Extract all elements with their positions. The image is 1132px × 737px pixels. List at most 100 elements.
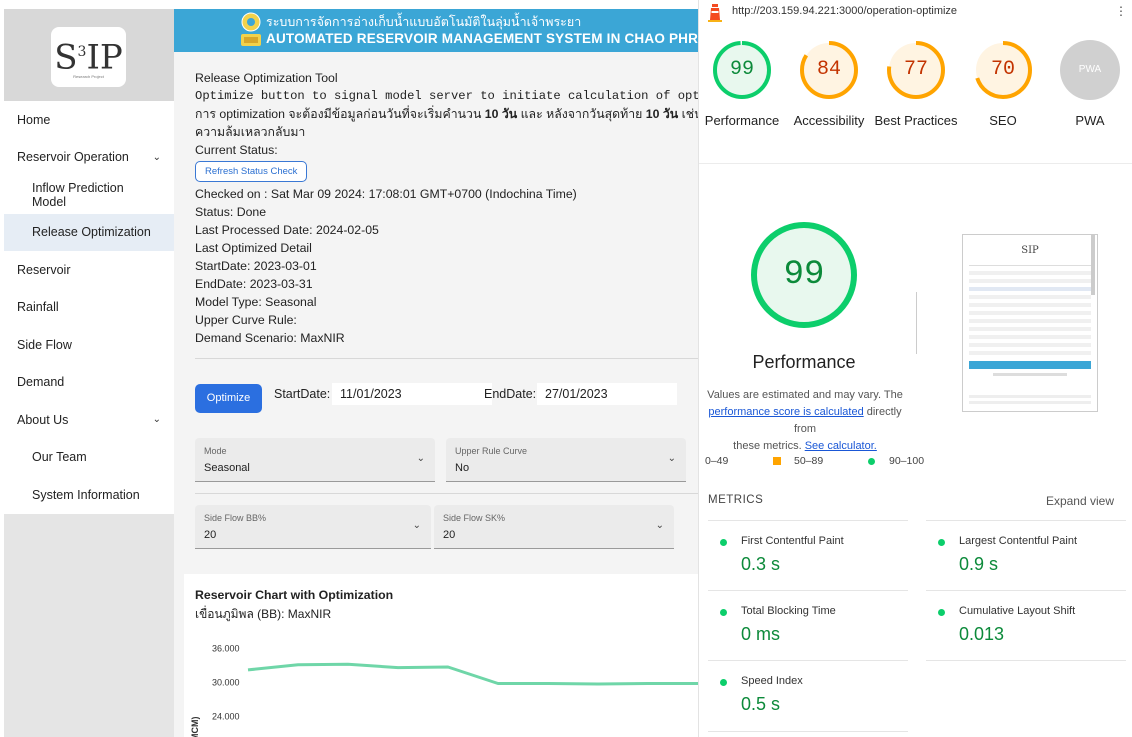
tool-title: Release Optimization Tool <box>195 71 338 85</box>
side-flow-sk-select[interactable]: Side Flow SK% 20 ⌄ <box>434 505 674 549</box>
score-label: SEO <box>989 113 1017 128</box>
lighthouse-icon <box>708 4 722 22</box>
chevron-down-icon: ⌄ <box>655 520 664 531</box>
pass-dot-icon <box>938 539 945 546</box>
legend-good: 90–100 <box>889 455 925 467</box>
score-label: Best Practices <box>874 113 958 128</box>
status-text: Status: Done <box>195 205 267 219</box>
side-flow-bb-select[interactable]: Side Flow BB% 20 ⌄ <box>195 505 431 549</box>
sidebar-item-our-team[interactable]: Our Team <box>4 439 174 477</box>
score-performance[interactable]: 99 Performance <box>699 40 785 130</box>
logo-band: S3IP Research Project <box>4 9 174 101</box>
divider <box>708 520 908 521</box>
average-square-icon <box>773 457 781 465</box>
reservoir-chart: 36.000 30.000 24.000 MCM) <box>190 643 698 737</box>
sidebar-item-system-information[interactable]: System Information <box>4 476 174 514</box>
score-value: PWA <box>1078 64 1102 75</box>
performance-score: 99 <box>783 256 825 294</box>
divider <box>195 493 698 494</box>
expand-view-button[interactable]: Expand view <box>1046 494 1114 508</box>
score-gauge: 77 <box>886 40 946 100</box>
score-label: PWA <box>1075 113 1105 128</box>
score-value: 84 <box>816 58 841 81</box>
score-value: 77 <box>903 58 928 81</box>
score-gauge: 70 <box>973 40 1033 100</box>
y-tick-label: 36.000 <box>212 643 240 653</box>
detail-upper-curve: Upper Curve Rule: <box>195 313 297 327</box>
header-banner: ระบบการจัดการอ่างเก็บน้ำแบบอัตโนมัติในลุ… <box>174 9 698 52</box>
chevron-down-icon: ⌄ <box>152 151 161 163</box>
more-options-icon[interactable]: ⋮ <box>1115 4 1127 18</box>
sidebar-item-demand[interactable]: Demand <box>4 364 174 402</box>
score-calculated-link[interactable]: performance score is calculated <box>708 406 863 418</box>
chevron-down-icon: ⌄ <box>412 520 421 531</box>
see-calculator-link[interactable]: See calculator. <box>805 440 877 452</box>
sidebar-item-release-optimization[interactable]: Release Optimization <box>4 213 174 251</box>
good-dot-icon <box>868 458 875 465</box>
chevron-down-icon: ⌄ <box>667 453 676 464</box>
divider <box>916 292 917 354</box>
start-date-input[interactable]: 11/01/2023 <box>332 383 492 405</box>
sidebar: S3IP Research Project Home Reservoir Ope… <box>4 9 174 737</box>
sidebar-item-reservoir-operation[interactable]: Reservoir Operation ⌄ <box>4 139 174 177</box>
score-gauge: 99 <box>712 40 772 100</box>
chart-title: Reservoir Chart with Optimization <box>195 588 394 602</box>
sidebar-menu: Home Reservoir Operation ⌄ Inflow Predict… <box>4 101 174 514</box>
score-value: 99 <box>729 58 754 81</box>
checked-on: Checked on : Sat Mar 09 2024: 17:08:01 G… <box>195 187 577 201</box>
pass-dot-icon <box>938 609 945 616</box>
score-pwa[interactable]: PWA PWA <box>1047 40 1132 130</box>
legend-average: 50–89 <box>794 455 824 467</box>
divider <box>699 163 1132 164</box>
chart-subtitle: เขื่อนภูมิพล (BB): MaxNIR <box>195 607 332 621</box>
sidebar-item-side-flow[interactable]: Side Flow <box>4 326 174 364</box>
last-optimized-detail: Last Optimized Detail <box>195 241 312 255</box>
score-gauge: 84 <box>799 40 859 100</box>
series-line <box>247 662 698 686</box>
banner-title-thai: ระบบการจัดการอ่างเก็บน้ำแบบอัตโนมัติในลุ… <box>266 14 582 29</box>
page-screenshot-thumbnail[interactable]: SIP <box>962 234 1098 412</box>
reservoir-chart-card: Reservoir Chart with Optimization เขื่อน… <box>184 574 698 737</box>
divider <box>708 731 908 732</box>
score-best-practices[interactable]: 77 Best Practices <box>873 40 959 130</box>
lighthouse-panel: http://203.159.94.221:3000/operation-opt… <box>698 0 1132 737</box>
performance-title: Performance <box>752 352 856 372</box>
current-status-label: Current Status: <box>195 143 278 157</box>
url-bar: http://203.159.94.221:3000/operation-opt… <box>699 0 1132 24</box>
svg-text:SIP: SIP <box>1021 245 1039 256</box>
score-accessibility[interactable]: 84 Accessibility <box>786 40 872 130</box>
start-date-label: StartDate: <box>274 387 331 401</box>
score-seo[interactable]: 70 SEO <box>960 40 1046 130</box>
sidebar-item-about-us[interactable]: About Us ⌄ <box>4 401 174 439</box>
performance-big-gauge: 99 <box>749 220 859 330</box>
tool-description: Optimize button to signal model server t… <box>195 89 698 103</box>
upper-rule-curve-select[interactable]: Upper Rule Curve No ⌄ <box>446 438 686 482</box>
optimize-button[interactable]: Optimize <box>195 384 262 413</box>
sidebar-item-rainfall[interactable]: Rainfall <box>4 289 174 327</box>
screenshot-preview: SIP <box>963 235 1097 411</box>
detail-start-date: StartDate: 2023-03-01 <box>195 259 317 273</box>
end-date-input[interactable]: 27/01/2023 <box>537 383 677 405</box>
divider <box>195 358 698 359</box>
divider <box>926 520 1126 521</box>
pass-dot-icon <box>720 609 727 616</box>
detail-demand-scenario: Demand Scenario: MaxNIR <box>195 331 345 345</box>
status-section: Release Optimization Tool Optimize butto… <box>195 69 698 347</box>
thai-note: การ optimization จะต้องมีข้อมูลก่อนวันที… <box>195 107 698 121</box>
score-value: 70 <box>990 58 1015 81</box>
sidebar-item-reservoir[interactable]: Reservoir <box>4 251 174 289</box>
sidebar-item-inflow-prediction[interactable]: Inflow Prediction Model <box>4 176 174 214</box>
mode-select[interactable]: Mode Seasonal ⌄ <box>195 438 435 482</box>
divider <box>926 660 1126 661</box>
thai-note-continued: ความล้มเหลวกลับมา <box>195 125 306 139</box>
app-logo[interactable]: S3IP Research Project <box>51 27 126 87</box>
y-tick-label: 24.000 <box>212 711 240 721</box>
divider <box>926 590 1126 591</box>
refresh-status-button[interactable]: Refresh Status Check <box>195 161 308 182</box>
page-url[interactable]: http://203.159.94.221:3000/operation-opt… <box>732 5 957 17</box>
sidebar-item-home[interactable]: Home <box>4 101 174 139</box>
score-label: Accessibility <box>793 113 865 128</box>
divider <box>708 660 908 661</box>
metrics-header: METRICS <box>708 494 764 506</box>
divider <box>708 590 908 591</box>
